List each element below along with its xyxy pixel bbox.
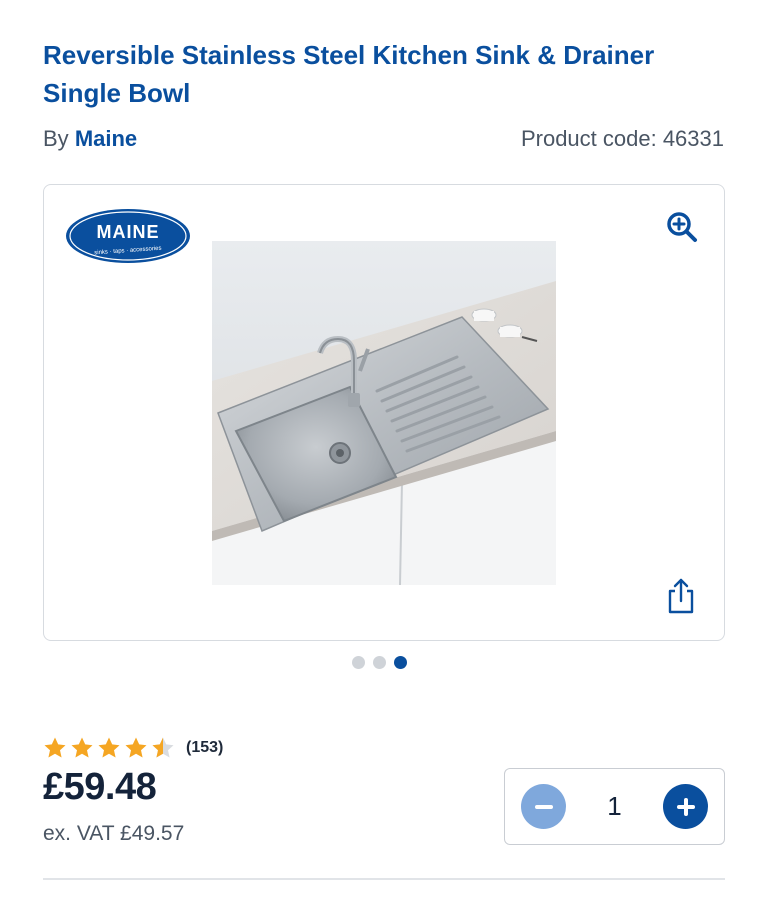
star-icon <box>71 737 93 758</box>
half-star-icon <box>152 737 174 758</box>
brand-line: By Maine <box>43 126 137 152</box>
plus-icon <box>676 797 695 816</box>
product-code: Product code: 46331 <box>520 126 724 151</box>
gallery-pagination <box>352 656 407 669</box>
review-count[interactable]: (153) <box>186 739 223 757</box>
divider <box>43 878 725 880</box>
star-icon <box>44 737 66 758</box>
gallery-dot-2[interactable] <box>373 656 386 669</box>
star-icon <box>125 737 147 758</box>
by-label: By <box>43 126 69 151</box>
gallery-dot-1[interactable] <box>352 656 365 669</box>
quantity-value[interactable]: 1 <box>607 791 621 822</box>
increase-quantity-button[interactable] <box>663 784 708 829</box>
price-ex-vat: ex. VAT £49.57 <box>43 822 185 845</box>
star-icon <box>98 737 120 758</box>
decrease-quantity-button[interactable] <box>521 784 566 829</box>
minus-icon <box>534 804 553 809</box>
maine-logo: MAINE sinks · taps · accessories <box>64 207 192 265</box>
product-image[interactable] <box>212 241 556 586</box>
gallery-dot-3[interactable] <box>394 656 407 669</box>
brand-link[interactable]: Maine <box>75 126 137 151</box>
rating[interactable]: (153) <box>43 736 223 760</box>
share-button[interactable] <box>662 573 700 619</box>
price: £59.48 <box>43 766 157 808</box>
product-gallery[interactable]: MAINE sinks · taps · accessories <box>43 184 725 641</box>
product-title: Reversible Stainless Steel Kitchen Sink … <box>43 40 655 108</box>
quantity-stepper: 1 <box>504 768 725 845</box>
logo-text: MAINE <box>97 222 160 242</box>
zoom-in-button[interactable] <box>662 207 702 247</box>
zoom-in-icon <box>667 212 697 242</box>
share-icon <box>668 578 694 614</box>
